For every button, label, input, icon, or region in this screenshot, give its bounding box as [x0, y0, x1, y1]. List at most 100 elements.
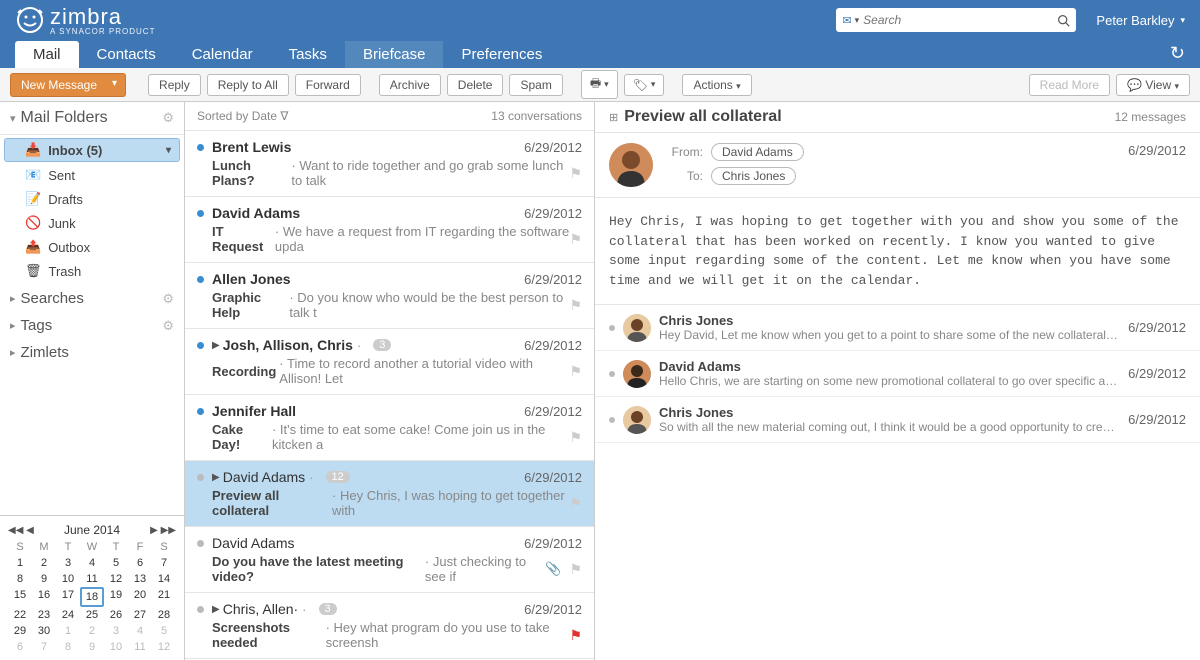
flag-icon[interactable]: ⚑: [569, 363, 582, 380]
cal-day[interactable]: 12: [104, 571, 128, 587]
user-menu[interactable]: Peter Barkley ▾: [1096, 13, 1185, 28]
read-more-button[interactable]: Read More: [1029, 74, 1110, 96]
cal-day[interactable]: 17: [56, 587, 80, 607]
section-searches[interactable]: Searches⚙: [0, 285, 184, 312]
archive-button[interactable]: Archive: [379, 74, 441, 96]
conversation-item[interactable]: Allen Jones6/29/2012Graphic Help · Do yo…: [185, 263, 594, 329]
cal-day[interactable]: 9: [32, 571, 56, 587]
cal-day[interactable]: 19: [104, 587, 128, 607]
thread-expand-icon[interactable]: ▶: [212, 472, 220, 483]
conversation-item[interactable]: Brent Lewis6/29/2012Lunch Plans? · Want …: [185, 131, 594, 197]
actions-button[interactable]: Actions ▾: [682, 74, 751, 96]
reply-all-button[interactable]: Reply to All: [207, 74, 289, 96]
cal-day[interactable]: 1: [56, 623, 80, 639]
print-button[interactable]: 🖶▾: [581, 70, 618, 99]
mail-scope-icon[interactable]: ✉: [842, 14, 851, 27]
flag-icon[interactable]: ⚑: [569, 627, 582, 644]
cal-day[interactable]: 16: [32, 587, 56, 607]
cal-day[interactable]: 21: [152, 587, 176, 607]
tab-preferences[interactable]: Preferences: [443, 41, 560, 68]
cal-day[interactable]: 1: [8, 555, 32, 571]
cal-day[interactable]: 20: [128, 587, 152, 607]
delete-button[interactable]: Delete: [447, 74, 504, 96]
flag-icon[interactable]: ⚑: [569, 561, 582, 578]
cal-day[interactable]: 4: [80, 555, 104, 571]
tab-calendar[interactable]: Calendar: [174, 41, 271, 68]
tab-briefcase[interactable]: Briefcase: [345, 41, 444, 68]
reply-item[interactable]: David AdamsHello Chris, we are starting …: [595, 351, 1200, 397]
flag-icon[interactable]: ⚑: [569, 165, 582, 182]
gear-icon[interactable]: ⚙: [162, 110, 174, 126]
cal-day[interactable]: 6: [128, 555, 152, 571]
section-tags[interactable]: Tags⚙: [0, 312, 184, 339]
cal-day[interactable]: 2: [32, 555, 56, 571]
cal-day[interactable]: 8: [8, 571, 32, 587]
new-message-button[interactable]: New Message: [10, 73, 126, 97]
search-input[interactable]: [859, 13, 1057, 27]
conversation-item[interactable]: Jennifer Hall6/29/2012Cake Day! · It's t…: [185, 395, 594, 461]
cal-day[interactable]: 18: [80, 587, 104, 607]
cal-day[interactable]: 12: [152, 639, 176, 655]
cal-day[interactable]: 11: [80, 571, 104, 587]
cal-day[interactable]: 10: [56, 571, 80, 587]
folder-sent[interactable]: 📧Sent: [0, 163, 184, 187]
sort-label[interactable]: Sorted by Date ∇: [197, 109, 288, 123]
conversation-item[interactable]: David Adams6/29/2012Do you have the late…: [185, 527, 594, 593]
cal-day[interactable]: 3: [104, 623, 128, 639]
cal-day[interactable]: 7: [152, 555, 176, 571]
cal-prev[interactable]: ◀◀ ◀: [8, 525, 34, 536]
conversation-item[interactable]: ▶Chris, Allen· · 36/29/2012Screenshots n…: [185, 593, 594, 659]
view-button[interactable]: 💬 View ▾: [1116, 74, 1190, 96]
conversation-item[interactable]: ▶Josh, Allison, Chris · 36/29/2012Record…: [185, 329, 594, 395]
flag-icon[interactable]: ⚑: [569, 429, 582, 446]
mail-folders-header[interactable]: Mail Folders ⚙: [0, 102, 184, 135]
cal-day[interactable]: 2: [80, 623, 104, 639]
cal-day[interactable]: 8: [56, 639, 80, 655]
cal-day[interactable]: 4: [128, 623, 152, 639]
cal-day[interactable]: 30: [32, 623, 56, 639]
folder-drafts[interactable]: 📝Drafts: [0, 187, 184, 211]
spam-button[interactable]: Spam: [509, 74, 562, 96]
section-zimlets[interactable]: Zimlets: [0, 339, 184, 366]
folder-outbox[interactable]: 📤Outbox: [0, 235, 184, 259]
cal-day[interactable]: 5: [104, 555, 128, 571]
cal-day[interactable]: 3: [56, 555, 80, 571]
cal-day[interactable]: 25: [80, 607, 104, 623]
flag-icon[interactable]: ⚑: [569, 297, 582, 314]
reply-item[interactable]: Chris JonesHey David, Let me know when y…: [595, 305, 1200, 351]
flag-icon[interactable]: ⚑: [569, 495, 582, 512]
flag-icon[interactable]: ⚑: [569, 231, 582, 248]
cal-day[interactable]: 23: [32, 607, 56, 623]
folder-inbox[interactable]: 📥Inbox (5): [4, 138, 180, 162]
from-chip[interactable]: David Adams: [711, 143, 804, 161]
cal-day[interactable]: 5: [152, 623, 176, 639]
cal-day[interactable]: 15: [8, 587, 32, 607]
cal-next[interactable]: ▶ ▶▶: [150, 525, 176, 536]
forward-button[interactable]: Forward: [295, 74, 361, 96]
tab-tasks[interactable]: Tasks: [271, 41, 345, 68]
cal-day[interactable]: 9: [80, 639, 104, 655]
cal-day[interactable]: 29: [8, 623, 32, 639]
search-icon[interactable]: [1057, 14, 1070, 27]
conversation-item[interactable]: ▶David Adams · 126/29/2012Preview all co…: [185, 461, 594, 527]
conversation-item[interactable]: David Adams6/29/2012IT Request · We have…: [185, 197, 594, 263]
tag-button[interactable]: 🏷▾: [624, 74, 665, 96]
cal-day[interactable]: 14: [152, 571, 176, 587]
thread-expand-icon[interactable]: ▶: [212, 340, 220, 351]
gear-icon[interactable]: ⚙: [162, 318, 174, 334]
cal-day[interactable]: 7: [32, 639, 56, 655]
to-chip[interactable]: Chris Jones: [711, 167, 796, 185]
folder-junk[interactable]: 🚫Junk: [0, 211, 184, 235]
tab-mail[interactable]: Mail: [15, 41, 79, 68]
gear-icon[interactable]: ⚙: [162, 291, 174, 307]
cal-day[interactable]: 27: [128, 607, 152, 623]
tab-contacts[interactable]: Contacts: [79, 41, 174, 68]
cal-day[interactable]: 11: [128, 639, 152, 655]
reply-button[interactable]: Reply: [148, 74, 201, 96]
refresh-icon[interactable]: ↻: [1170, 43, 1185, 64]
cal-day[interactable]: 22: [8, 607, 32, 623]
thread-expand-icon[interactable]: ▶: [212, 604, 220, 615]
folder-trash[interactable]: 🗑Trash: [0, 259, 184, 283]
cal-day[interactable]: 28: [152, 607, 176, 623]
expand-icon[interactable]: ⊞: [609, 111, 618, 124]
